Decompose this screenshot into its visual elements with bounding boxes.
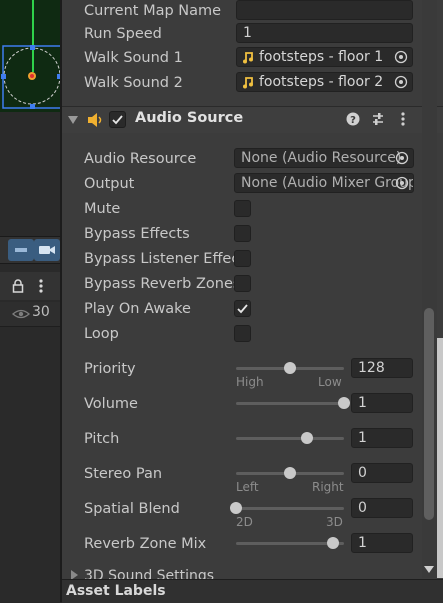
hierarchy-count-row: 30 [0, 302, 60, 327]
reverb-zone-mix-input[interactable]: 1 [351, 533, 413, 553]
hierarchy-count: 30 [32, 304, 50, 320]
current-map-name-input[interactable] [236, 0, 413, 20]
object-picker-icon[interactable] [395, 176, 409, 190]
visibility-toggle[interactable] [8, 239, 34, 261]
output-value: None (Audio Mixer Group) [241, 175, 414, 191]
eye-icon[interactable] [12, 308, 30, 320]
stereo-pan-slider-knob[interactable] [284, 467, 296, 479]
spatial-blend-min-label: 2D [236, 515, 253, 529]
walk-sound-1-label: Walk Sound 1 [84, 50, 183, 66]
scroll-down-icon[interactable] [424, 566, 434, 574]
checkmark-icon [237, 304, 248, 314]
stereo-pan-input[interactable]: 0 [351, 463, 413, 483]
pitch-slider[interactable] [236, 432, 344, 444]
volume-slider[interactable] [236, 397, 350, 409]
object-picker-icon[interactable] [395, 151, 409, 165]
scrollbar-thumb[interactable] [424, 308, 434, 520]
priority-label: Priority [84, 361, 136, 377]
bypass-effects-label: Bypass Effects [84, 226, 190, 242]
checkmark-icon [112, 115, 123, 125]
walk-sound-2-field[interactable]: footsteps - floor 2 [236, 72, 413, 92]
audio-resource-label: Audio Resource [84, 151, 197, 167]
scene-gizmo [1, 0, 60, 109]
scene-window-edge [437, 338, 443, 578]
priority-min-label: High [236, 375, 264, 389]
sound-settings-label: 3D Sound Settings [84, 568, 215, 579]
output-label: Output [84, 176, 135, 192]
play-on-awake-checkbox[interactable] [234, 300, 251, 317]
output-field[interactable]: None (Audio Mixer Group) [234, 173, 414, 193]
mute-label: Mute [84, 201, 121, 217]
run-speed-input[interactable]: 1 [236, 23, 413, 43]
spatial-blend-max-label: 3D [326, 515, 343, 529]
priority-slider-knob[interactable] [284, 362, 296, 374]
component-title: Audio Source [135, 110, 244, 126]
stereo-pan-slider[interactable] [236, 467, 344, 479]
asset-labels-title: Asset Labels [66, 583, 166, 599]
hierarchy-panel [0, 112, 60, 602]
walk-sound-2-label: Walk Sound 2 [84, 75, 183, 91]
audio-clip-icon [243, 77, 253, 89]
object-picker-icon[interactable] [394, 50, 408, 64]
loop-label: Loop [84, 326, 119, 342]
play-on-awake-label: Play On Awake [84, 301, 191, 317]
loop-checkbox[interactable] [234, 325, 251, 342]
priority-input[interactable]: 128 [351, 358, 413, 378]
stereo-pan-max-label: Right [312, 480, 344, 494]
bypass-effects-checkbox[interactable] [234, 225, 251, 242]
audio-resource-field[interactable]: None (Audio Resource) [234, 148, 414, 168]
run-speed-label: Run Speed [84, 26, 162, 42]
svg-text:?: ? [350, 115, 356, 126]
help-icon[interactable]: ? [346, 112, 360, 126]
asset-labels-bar[interactable]: Asset Labels [62, 579, 443, 603]
preset-icon[interactable] [371, 112, 385, 126]
stereo-pan-label: Stereo Pan [84, 466, 163, 482]
object-picker-icon[interactable] [394, 75, 408, 89]
priority-slider[interactable] [236, 362, 344, 374]
walk-sound-1-value: footsteps - floor 1 [259, 49, 384, 65]
hierarchy-toolbar [0, 272, 60, 300]
audio-resource-value: None (Audio Resource) [241, 150, 402, 166]
mute-checkbox[interactable] [234, 200, 251, 217]
scene-view[interactable] [0, 0, 60, 112]
more-icon[interactable] [400, 112, 406, 128]
more-icon[interactable] [38, 278, 44, 294]
component-enabled-checkbox[interactable] [109, 111, 126, 128]
bypass-listener-effects-label: Bypass Listener Effects [84, 251, 234, 267]
pitch-label: Pitch [84, 431, 120, 447]
volume-slider-knob[interactable] [338, 397, 350, 409]
volume-label: Volume [84, 396, 138, 412]
reverb-zone-mix-slider[interactable] [236, 537, 344, 549]
bypass-listener-effects-checkbox[interactable] [234, 250, 251, 267]
volume-input[interactable]: 1 [351, 393, 413, 413]
bypass-reverb-zones-label: Bypass Reverb Zones [84, 276, 234, 292]
lock-icon[interactable] [12, 279, 24, 293]
walk-sound-2-value: footsteps - floor 2 [259, 74, 384, 90]
speaker-icon [88, 113, 102, 127]
spatial-blend-label: Spatial Blend [84, 501, 180, 517]
spatial-blend-slider[interactable] [230, 502, 344, 514]
priority-max-label: Low [318, 375, 342, 389]
scene-toolbar [0, 236, 60, 264]
reverb-zone-mix-label: Reverb Zone Mix [84, 536, 207, 552]
fold-arrow-icon [71, 570, 78, 579]
bypass-reverb-zones-checkbox[interactable] [234, 275, 251, 292]
audio-source-header[interactable]: Audio Source ? [62, 106, 443, 133]
spatial-blend-slider-knob[interactable] [230, 502, 242, 514]
stereo-pan-min-label: Left [236, 480, 259, 494]
camera-icon[interactable] [34, 239, 60, 261]
current-map-name-label: Current Map Name [84, 3, 222, 19]
walk-sound-1-field[interactable]: footsteps - floor 1 [236, 47, 413, 67]
fold-arrow-icon[interactable] [68, 115, 78, 125]
audio-clip-icon [243, 52, 253, 64]
spatial-blend-input[interactable]: 0 [351, 498, 413, 518]
pitch-input[interactable]: 1 [351, 428, 413, 448]
sound-settings-foldout[interactable]: 3D Sound Settings [62, 566, 422, 579]
